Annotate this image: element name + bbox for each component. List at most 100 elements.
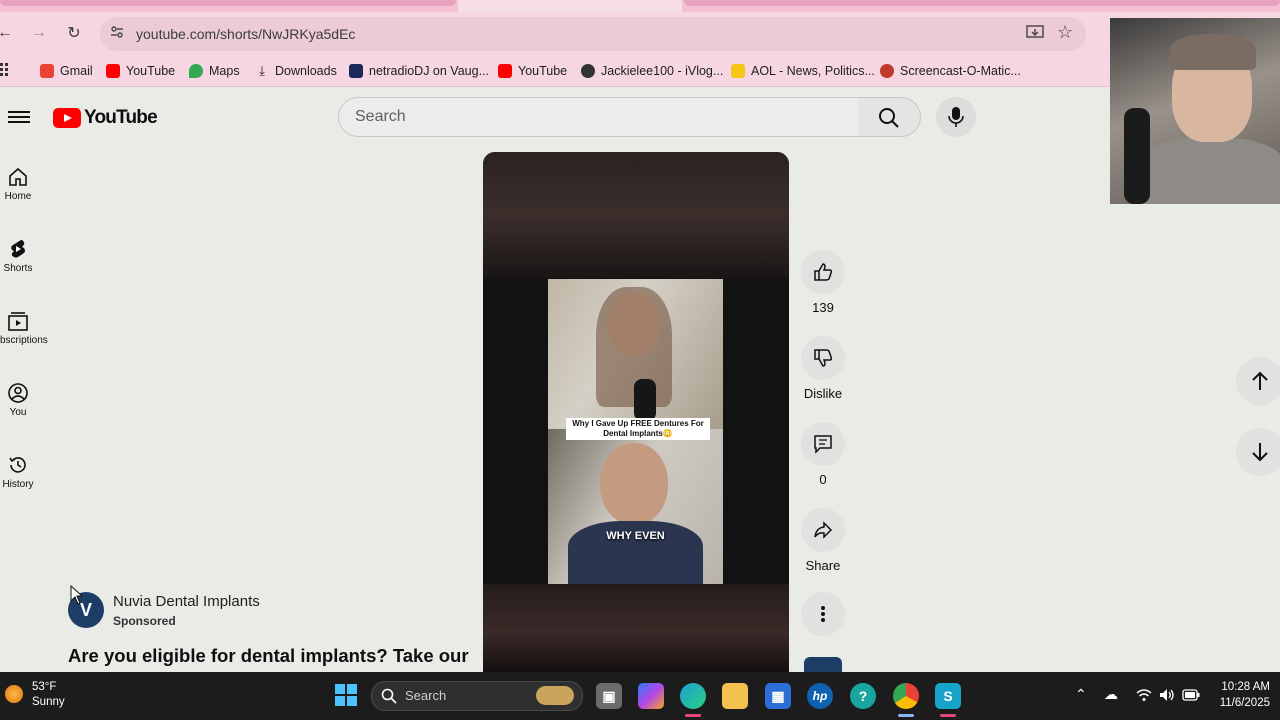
install-app-icon[interactable] <box>1026 25 1044 41</box>
next-short-button[interactable] <box>1236 428 1280 476</box>
weather-sun-icon[interactable] <box>5 685 23 703</box>
maps-pin-icon <box>189 64 203 78</box>
share-button[interactable]: Share <box>801 508 845 573</box>
video-caption: Why I Gave Up FREE Dentures For Dental I… <box>566 418 710 440</box>
search-input[interactable]: Search <box>338 97 860 137</box>
comment-icon <box>814 435 832 454</box>
task-view-icon[interactable]: ▣ <box>596 683 622 709</box>
video-frame: Why I Gave Up FREE Dentures For Dental I… <box>548 279 723 584</box>
url-text[interactable]: youtube.com/shorts/NwJRKya5dEc <box>136 26 355 42</box>
voice-search-button[interactable] <box>936 97 976 137</box>
search-button[interactable] <box>858 97 921 137</box>
bookmark-downloads[interactable]: ⤓ Downloads <box>255 62 337 80</box>
comment-count: 0 <box>819 472 827 487</box>
video-blur-bottom <box>483 584 789 672</box>
youtube-play-icon <box>53 108 81 128</box>
weather-condition[interactable]: Sunny <box>32 696 65 708</box>
video-scene-man <box>548 429 723 584</box>
dislike-button[interactable]: Dislike <box>801 336 845 401</box>
shorts-icon <box>11 240 25 258</box>
aol-icon <box>731 64 745 78</box>
search-highlight-icon <box>536 686 574 705</box>
netradio-icon <box>349 64 363 78</box>
share-label: Share <box>805 558 841 573</box>
edge-icon[interactable] <box>680 683 706 709</box>
youtube-icon <box>106 64 120 78</box>
tab-active[interactable] <box>458 0 682 12</box>
tab-inactive[interactable] <box>0 0 456 6</box>
reload-icon[interactable]: ↻ <box>63 23 85 43</box>
search-placeholder: Search <box>355 108 406 125</box>
webcam-overlay <box>1110 18 1280 204</box>
tab-strip <box>0 0 1280 12</box>
chrome-icon[interactable] <box>893 683 919 709</box>
mouse-cursor-icon <box>70 585 84 605</box>
video-subtitle: WHY EVEN <box>606 530 665 542</box>
thumbs-up-icon <box>814 263 833 281</box>
like-button[interactable]: 139 <box>801 250 845 315</box>
channel-avatar-icon[interactable] <box>804 657 842 672</box>
youtube-icon <box>498 64 512 78</box>
gmail-icon <box>40 64 54 78</box>
clock-date[interactable]: 11/6/2025 <box>1212 697 1270 709</box>
bookmark-aol[interactable]: AOL - News, Politics... <box>731 62 875 80</box>
you-icon <box>8 383 28 403</box>
download-icon: ⤓ <box>259 63 265 78</box>
bookmark-netradiodj[interactable]: netradioDJ on Vaug... <box>349 62 489 80</box>
microsoft-store-icon[interactable]: ▦ <box>765 683 791 709</box>
microphone-icon <box>948 107 964 127</box>
help-icon[interactable]: ? <box>850 683 876 709</box>
windows-start-icon[interactable] <box>334 683 358 707</box>
youtube-logo[interactable]: YouTube <box>53 107 158 129</box>
shorts-video-player[interactable]: Why I Gave Up FREE Dentures For Dental I… <box>483 152 789 672</box>
tab-inactive[interactable] <box>684 0 1280 6</box>
wifi-icon[interactable] <box>1136 688 1152 702</box>
more-vert-icon <box>821 606 825 622</box>
more-options-button[interactable] <box>801 592 845 636</box>
screencast-active-indicator <box>940 714 956 717</box>
site-settings-icon[interactable] <box>110 25 124 39</box>
address-bar[interactable]: youtube.com/shorts/NwJRKya5dEc <box>100 17 1086 51</box>
menu-icon[interactable] <box>8 108 30 126</box>
arrow-up-icon <box>1252 371 1268 390</box>
taskbar-search[interactable]: Search <box>371 681 583 711</box>
studio-mic-icon <box>1124 108 1150 204</box>
hp-icon[interactable]: hp <box>807 683 833 709</box>
bookmark-gmail[interactable]: Gmail <box>40 62 93 80</box>
edge-active-indicator <box>685 714 701 717</box>
sidebar-item-you[interactable]: You <box>0 382 36 418</box>
ad-headline[interactable]: Are you eligible for dental implants? Ta… <box>68 645 469 667</box>
file-explorer-icon[interactable] <box>722 683 748 709</box>
sidebar-item-history[interactable]: History <box>0 454 36 490</box>
sidebar-item-subscriptions[interactable]: bscriptions <box>0 310 48 346</box>
search-icon <box>381 688 397 704</box>
clock-time[interactable]: 10:28 AM <box>1218 681 1270 693</box>
subscriptions-icon <box>8 312 28 331</box>
screencast-icon <box>880 64 894 78</box>
forward-icon[interactable]: → <box>28 24 50 42</box>
search-icon <box>879 108 899 128</box>
chevron-up-icon[interactable]: ⌃ <box>1075 686 1087 703</box>
apps-grid-icon[interactable] <box>0 63 10 77</box>
sidebar-item-shorts[interactable]: Shorts <box>0 238 36 274</box>
volume-icon[interactable] <box>1159 688 1175 702</box>
onedrive-cloud-icon[interactable]: ☁ <box>1104 686 1118 703</box>
bookmark-youtube[interactable]: YouTube <box>106 62 175 80</box>
bookmark-maps[interactable]: Maps <box>189 62 240 80</box>
share-icon <box>814 521 833 539</box>
bookmark-jackielee100[interactable]: Jackielee100 - iVlog... <box>581 62 723 80</box>
bookmark-screencast[interactable]: Screencast-O-Matic... <box>880 62 1021 80</box>
back-icon[interactable]: ← <box>0 24 16 42</box>
comments-button[interactable]: 0 <box>801 422 845 487</box>
screencast-app-icon[interactable]: S <box>935 683 961 709</box>
dislike-label: Dislike <box>803 386 843 401</box>
battery-icon[interactable] <box>1182 689 1200 701</box>
sidebar-item-home[interactable]: Home <box>0 166 36 202</box>
bookmark-youtube-2[interactable]: YouTube <box>498 62 567 80</box>
previous-short-button[interactable] <box>1236 357 1280 405</box>
bookmark-star-icon[interactable]: ☆ <box>1057 22 1073 43</box>
weather-temperature[interactable]: 53°F <box>32 681 56 693</box>
sponsor-name[interactable]: Nuvia Dental Implants <box>113 593 260 610</box>
home-icon <box>9 167 27 186</box>
copilot-icon[interactable] <box>638 683 664 709</box>
